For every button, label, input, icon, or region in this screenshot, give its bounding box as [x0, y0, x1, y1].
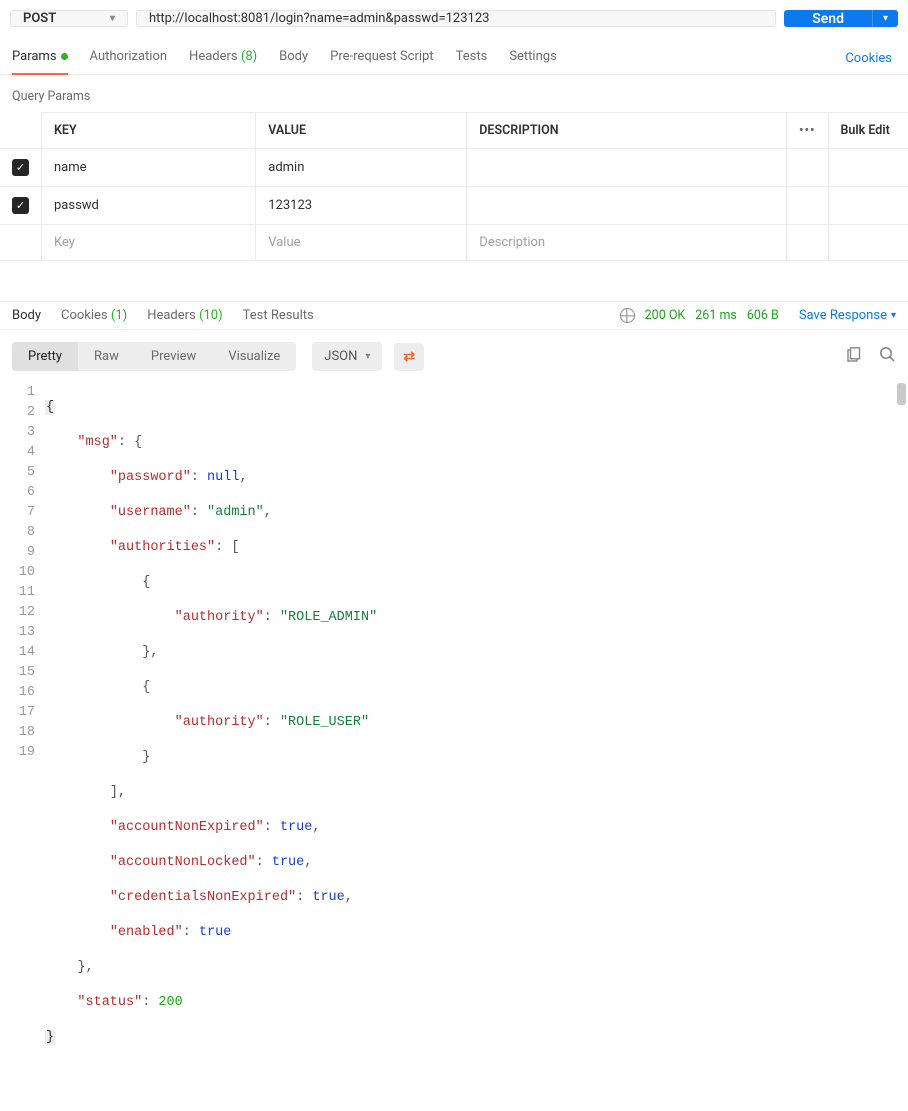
method-label: POST [23, 11, 56, 26]
request-bar: POST ▾ http://localhost:8081/login?name=… [0, 0, 908, 37]
response-header: Body Cookies (1) Headers (10) Test Resul… [0, 301, 908, 330]
col-desc: DESCRIPTION [467, 113, 787, 149]
url-input[interactable]: http://localhost:8081/login?name=admin&p… [136, 10, 776, 27]
url-text: http://localhost:8081/login?name=admin&p… [149, 11, 489, 26]
scrollbar-thumb[interactable] [897, 383, 906, 405]
param-value[interactable]: admin [256, 149, 467, 187]
param-key[interactable]: passwd [42, 187, 256, 225]
view-segmented: Pretty Raw Preview Visualize [12, 342, 296, 371]
chevron-down-icon: ▾ [110, 13, 115, 24]
bulk-edit-button[interactable]: Bulk Edit [841, 123, 890, 138]
wrap-toggle[interactable]: ⇄ [394, 343, 424, 371]
table-row: ✓ name admin [0, 149, 908, 187]
chevron-down-icon: ▾ [365, 351, 370, 362]
status-size: 606 B [747, 308, 779, 323]
send-button-label: Send [784, 10, 872, 27]
checkbox[interactable]: ✓ [12, 197, 29, 214]
resp-tab-headers[interactable]: Headers (10) [147, 308, 222, 323]
resp-tab-results[interactable]: Test Results [243, 308, 314, 323]
wrap-icon: ⇄ [403, 349, 415, 365]
tab-tests[interactable]: Tests [456, 43, 488, 74]
param-value[interactable]: 123123 [256, 187, 467, 225]
query-params-title: Query Params [0, 75, 908, 112]
chevron-down-icon: ▾ [883, 13, 888, 24]
tab-headers[interactable]: Headers (8) [189, 43, 257, 74]
table-row: ✓ passwd 123123 [0, 187, 908, 225]
tab-params[interactable]: Params [12, 43, 68, 74]
globe-icon[interactable] [620, 308, 635, 323]
seg-visualize[interactable]: Visualize [212, 342, 296, 371]
param-desc[interactable] [467, 187, 787, 225]
response-body[interactable]: 12345678910111213141516171819 { "msg": {… [0, 383, 908, 1090]
chevron-down-icon: ▾ [891, 310, 896, 321]
param-key[interactable]: name [42, 149, 256, 187]
tab-authorization[interactable]: Authorization [90, 43, 168, 74]
seg-preview[interactable]: Preview [135, 342, 212, 371]
more-icon[interactable]: ••• [799, 123, 815, 138]
line-gutter: 12345678910111213141516171819 [0, 383, 45, 1078]
col-value: VALUE [256, 113, 467, 149]
status-dot-icon [61, 53, 68, 60]
resp-tab-body[interactable]: Body [12, 308, 41, 323]
param-desc-placeholder[interactable]: Description [467, 225, 787, 261]
checkbox[interactable]: ✓ [12, 159, 29, 176]
format-select[interactable]: JSON ▾ [312, 342, 382, 371]
seg-raw[interactable]: Raw [78, 342, 135, 371]
param-value-placeholder[interactable]: Value [256, 225, 467, 261]
response-status: 200 OK 261 ms 606 B [620, 308, 779, 323]
resp-tab-cookies[interactable]: Cookies (1) [61, 308, 127, 323]
code-lines: { "msg": { "password": null, "username":… [45, 383, 908, 1078]
query-params-table: KEY VALUE DESCRIPTION ••• Bulk Edit ✓ na… [0, 112, 908, 261]
response-view-bar: Pretty Raw Preview Visualize JSON ▾ ⇄ [0, 330, 908, 383]
col-key: KEY [42, 113, 256, 149]
method-select[interactable]: POST ▾ [10, 10, 128, 27]
request-tabs: Params Authorization Headers (8) Body Pr… [0, 37, 908, 75]
search-icon[interactable] [879, 346, 896, 367]
cookies-link[interactable]: Cookies [845, 51, 896, 66]
param-key-placeholder[interactable]: Key [42, 225, 256, 261]
save-response-button[interactable]: Save Response ▾ [799, 308, 896, 323]
tab-prerequest[interactable]: Pre-request Script [330, 43, 433, 74]
status-code: 200 OK [645, 308, 686, 323]
send-button[interactable]: Send ▾ [784, 10, 898, 27]
tab-body[interactable]: Body [279, 43, 308, 74]
send-dropdown[interactable]: ▾ [872, 10, 898, 27]
status-time: 261 ms [695, 308, 737, 323]
table-row-new: Key Value Description [0, 225, 908, 261]
param-desc[interactable] [467, 149, 787, 187]
seg-pretty[interactable]: Pretty [12, 342, 78, 371]
copy-icon[interactable] [845, 347, 861, 367]
tab-settings[interactable]: Settings [509, 43, 556, 74]
